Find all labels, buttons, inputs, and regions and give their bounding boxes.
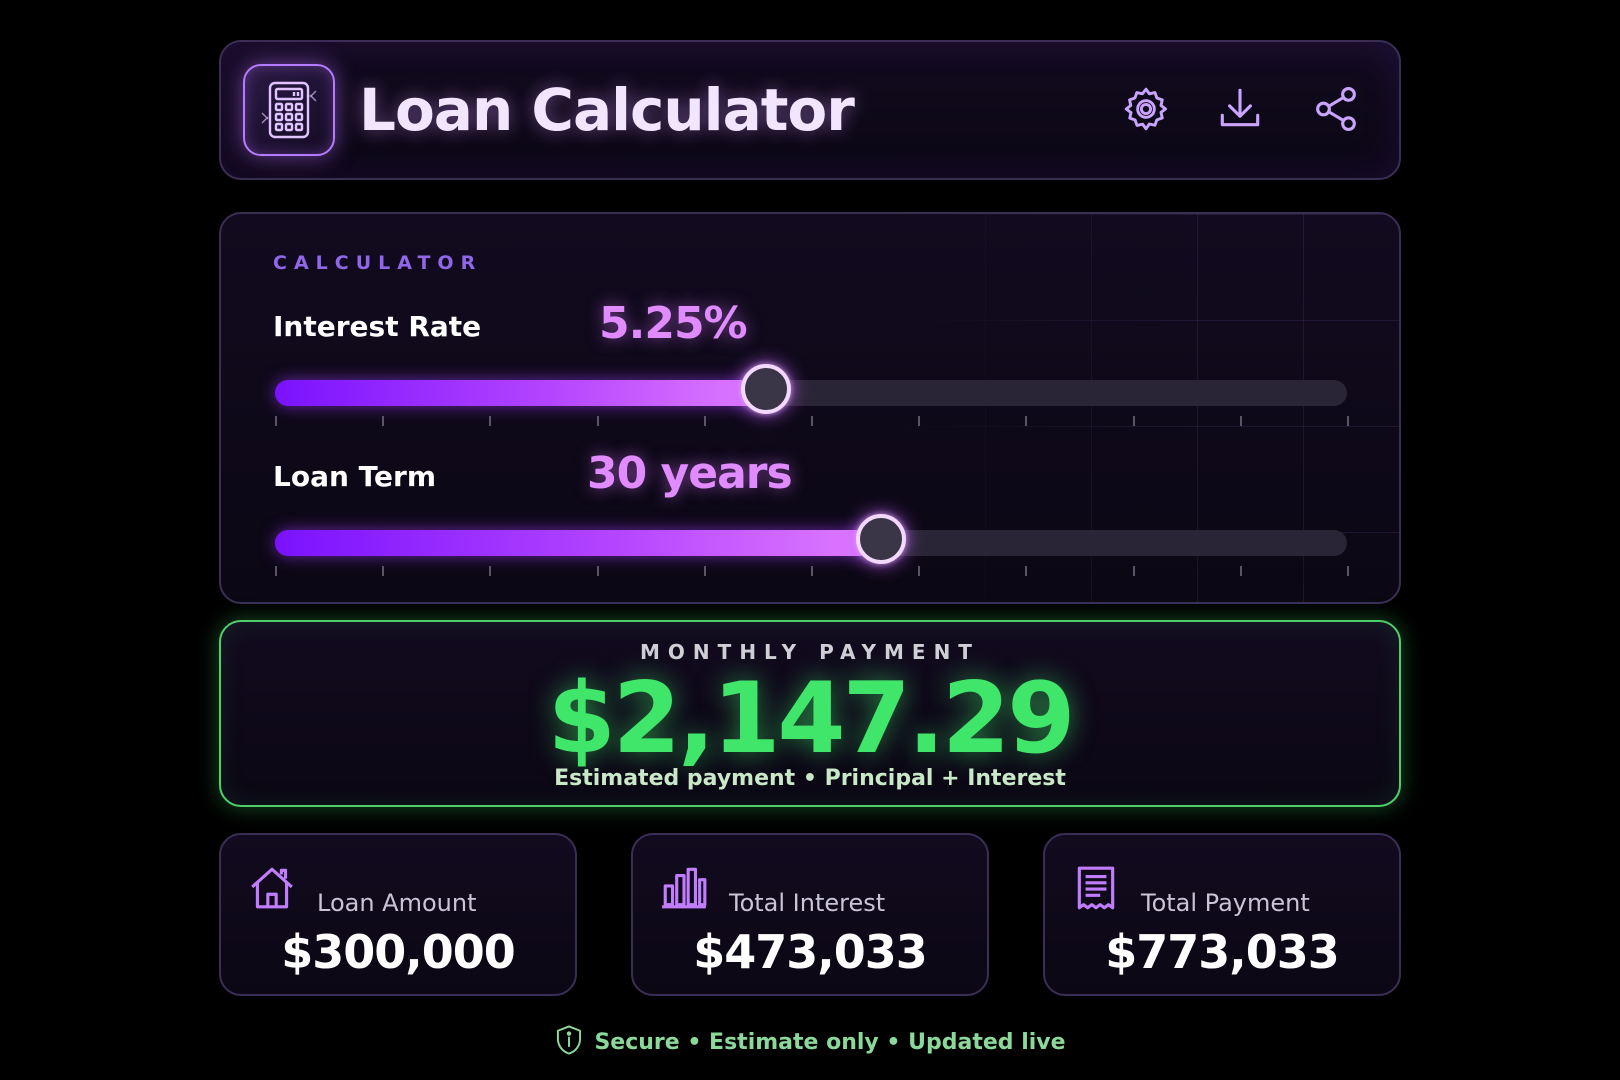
bar-chart-icon bbox=[659, 863, 709, 913]
slider-tick bbox=[1132, 416, 1135, 426]
slider-tick bbox=[596, 566, 599, 576]
slider-tick bbox=[382, 566, 385, 576]
slider-tick bbox=[811, 566, 813, 576]
slider-tick bbox=[275, 566, 277, 576]
loan-term-ticks bbox=[275, 566, 1349, 578]
house-icon bbox=[247, 863, 297, 913]
interest-rate-slider-fill bbox=[275, 380, 769, 406]
monthly-payment-label: MONTHLY PAYMENT bbox=[640, 640, 980, 664]
interest-rate-value: 5.25% bbox=[599, 298, 748, 349]
total-interest-card: Total Interest $473,033 bbox=[631, 833, 989, 996]
total-interest-value: $473,033 bbox=[693, 925, 928, 979]
slider-tick bbox=[1347, 416, 1349, 426]
interest-rate-slider[interactable] bbox=[275, 364, 1347, 414]
shield-icon bbox=[554, 1024, 584, 1062]
app-title: Loan Calculator bbox=[359, 76, 855, 144]
loan-amount-label: Loan Amount bbox=[317, 889, 477, 917]
slider-tick bbox=[596, 416, 599, 426]
download-button[interactable] bbox=[1211, 82, 1269, 140]
slider-tick bbox=[1347, 566, 1349, 576]
slider-tick bbox=[275, 416, 277, 426]
app-header: Loan Calculator bbox=[219, 40, 1401, 180]
calculator-icon bbox=[243, 64, 335, 156]
monthly-payment-panel: MONTHLY PAYMENT $2,147.29 Estimated paym… bbox=[219, 620, 1401, 807]
loan-amount-card: Loan Amount $300,000 bbox=[219, 833, 577, 996]
slider-tick bbox=[1132, 566, 1135, 576]
slider-tick bbox=[1025, 566, 1028, 576]
slider-tick bbox=[918, 416, 921, 426]
total-payment-label: Total Payment bbox=[1141, 889, 1310, 917]
slider-tick bbox=[703, 416, 706, 426]
slider-tick bbox=[703, 566, 706, 576]
download-icon bbox=[1215, 84, 1265, 138]
slider-tick bbox=[489, 566, 492, 576]
slider-tick bbox=[1239, 566, 1242, 576]
total-interest-label: Total Interest bbox=[729, 889, 886, 917]
interest-rate-label: Interest Rate bbox=[273, 310, 482, 343]
interest-rate-slider-thumb[interactable] bbox=[741, 364, 792, 414]
slider-tick bbox=[382, 416, 385, 426]
monthly-payment-subtitle: Estimated payment • Principal + Interest bbox=[554, 766, 1066, 791]
interest-rate-ticks bbox=[275, 416, 1349, 428]
total-payment-value: $773,033 bbox=[1105, 925, 1340, 979]
gear-icon bbox=[1121, 84, 1171, 138]
section-label: CALCULATOR bbox=[273, 252, 483, 274]
share-button[interactable] bbox=[1307, 82, 1365, 140]
loan-term-slider-fill bbox=[275, 530, 883, 556]
footer-note: Secure • Estimate only • Updated live bbox=[0, 1024, 1620, 1062]
slider-tick bbox=[918, 566, 921, 576]
loan-term-label: Loan Term bbox=[273, 460, 437, 493]
total-payment-card: Total Payment $773,033 bbox=[1043, 833, 1401, 996]
loan-term-value: 30 years bbox=[587, 448, 793, 499]
footer-text: Secure • Estimate only • Updated live bbox=[594, 1030, 1066, 1055]
slider-tick bbox=[811, 416, 813, 426]
loan-amount-value: $300,000 bbox=[281, 925, 516, 979]
settings-button[interactable] bbox=[1117, 82, 1175, 140]
loan-term-slider[interactable] bbox=[275, 514, 1347, 564]
share-icon bbox=[1311, 84, 1361, 138]
monthly-payment-amount: $2,147.29 bbox=[547, 662, 1076, 776]
receipt-icon bbox=[1071, 863, 1121, 913]
slider-tick bbox=[1239, 416, 1242, 426]
slider-tick bbox=[1025, 416, 1028, 426]
calculator-panel: CALCULATOR Interest Rate 5.25% Loan Term… bbox=[219, 212, 1401, 604]
slider-tick bbox=[489, 416, 492, 426]
loan-term-slider-thumb[interactable] bbox=[855, 514, 906, 564]
